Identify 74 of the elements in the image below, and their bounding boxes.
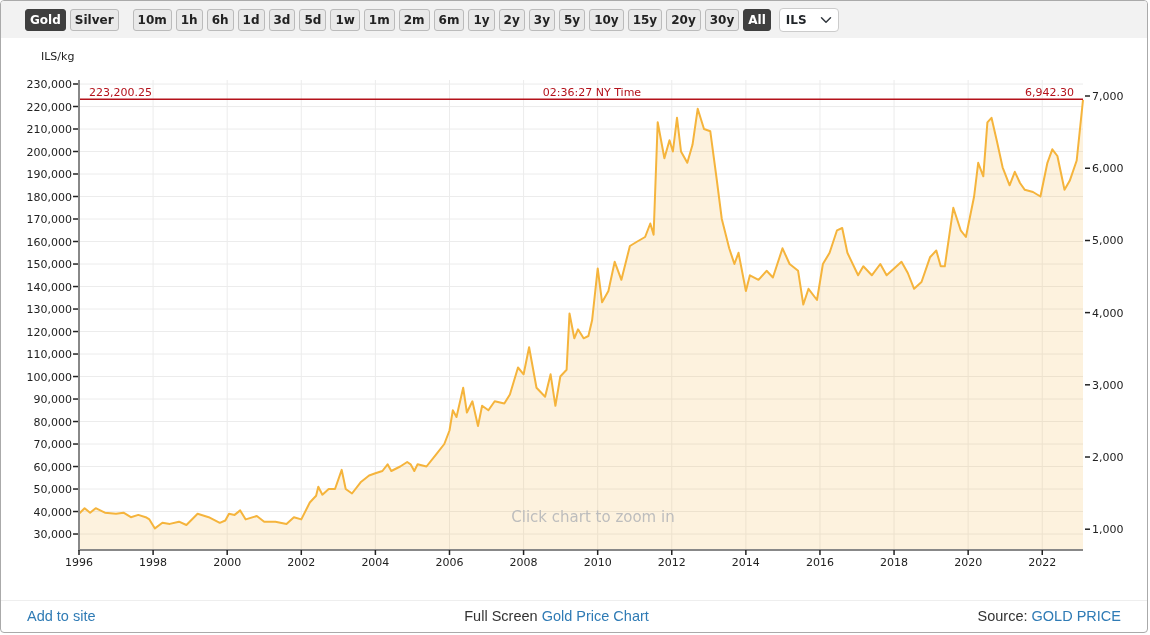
range-button[interactable]: All xyxy=(743,8,771,31)
axis-label: 3,000 xyxy=(1092,379,1124,393)
range-button[interactable]: 3y xyxy=(528,8,555,31)
axis-label: 220,000 xyxy=(26,101,72,114)
range-button[interactable]: 15y xyxy=(627,8,663,31)
source-text: Source: GOLD PRICE xyxy=(977,606,1121,626)
range-button[interactable]: 1m xyxy=(363,8,395,31)
axis-label: 50,000 xyxy=(33,483,72,497)
axis-label: 5,000 xyxy=(1092,234,1124,248)
range-button[interactable]: 20y xyxy=(666,8,701,31)
range-button[interactable]: 1y xyxy=(468,8,495,31)
axis-label: 2016 xyxy=(805,556,834,570)
axis-label: 2008 xyxy=(509,556,538,570)
range-button[interactable]: 6m xyxy=(433,8,465,31)
axis-label: 2006 xyxy=(435,556,464,570)
axis-label: 120,000 xyxy=(26,326,72,339)
range-button[interactable]: 10m xyxy=(132,8,172,31)
full-screen-text: Full Screen Gold Price Chart xyxy=(464,606,649,626)
time-label: 02:36:27 NY Time xyxy=(542,86,642,100)
range-button[interactable]: 5y xyxy=(558,8,586,31)
axis-label: 1998 xyxy=(139,556,168,570)
range-button[interactable]: 2y xyxy=(498,8,525,31)
axis-label: 100,000 xyxy=(26,371,72,384)
range-button[interactable]: 2m xyxy=(398,8,430,31)
axis-label: 2000 xyxy=(213,556,242,570)
range-button[interactable]: 30y xyxy=(704,8,740,31)
add-to-site-link[interactable]: Add to site xyxy=(27,605,96,628)
axis-label: 2004 xyxy=(361,556,390,570)
range-button[interactable]: 6h xyxy=(206,8,234,31)
currency-select[interactable]: ILS xyxy=(778,7,839,32)
chart-link[interactable]: Gold Price Chart xyxy=(541,607,649,624)
axis-label: 180,000 xyxy=(26,191,72,204)
axis-label: 4,000 xyxy=(1092,307,1124,321)
axis-label: 2002 xyxy=(287,556,316,570)
axis-label: 2018 xyxy=(880,556,909,570)
price-label: 6,942.30 xyxy=(1025,86,1074,100)
metal-button[interactable]: Silver xyxy=(69,8,119,31)
axis-label: 140,000 xyxy=(26,281,72,294)
axis-title: ILS/kg xyxy=(41,50,75,64)
axis-label: 90,000 xyxy=(33,393,72,407)
axis-label: 30,000 xyxy=(33,528,72,542)
axis-label: 200,000 xyxy=(26,146,72,159)
axis-label: 2020 xyxy=(954,556,983,570)
axis-label: 1,000 xyxy=(1092,523,1124,537)
range-button[interactable]: 5d xyxy=(299,8,327,31)
axis-label: 80,000 xyxy=(33,416,72,429)
axis-label: 160,000 xyxy=(26,236,72,249)
metal-button[interactable]: Gold xyxy=(25,8,66,31)
axis-label: 2010 xyxy=(583,556,612,570)
source-link[interactable]: GOLD PRICE xyxy=(1031,607,1121,624)
range-button[interactable]: 1h xyxy=(175,8,203,31)
axis-label: 2022 xyxy=(1028,556,1057,570)
axis-label: 70,000 xyxy=(33,438,72,452)
axis-label: 210,000 xyxy=(26,123,72,137)
axis-label: 2,000 xyxy=(1092,451,1124,465)
axis-label: 170,000 xyxy=(26,213,72,227)
axis-label: 190,000 xyxy=(26,168,72,182)
axis-label: 2012 xyxy=(657,556,686,570)
axis-label: 60,000 xyxy=(33,461,72,474)
axis-label: 1996 xyxy=(65,556,93,570)
range-button[interactable]: 1w xyxy=(330,8,360,31)
axis-label: 130,000 xyxy=(26,303,72,317)
axis-label: 2014 xyxy=(731,556,760,570)
range-button[interactable]: 10y xyxy=(589,8,624,31)
axis-label: 7,000 xyxy=(1092,90,1124,104)
axis-label: 6,000 xyxy=(1092,162,1124,176)
axis-label: 230,000 xyxy=(26,78,72,92)
range-button[interactable]: 1d xyxy=(237,8,265,31)
axis-label: 110,000 xyxy=(26,348,72,362)
range-button[interactable]: 3d xyxy=(268,8,296,31)
axis-label: 150,000 xyxy=(26,258,72,272)
axis-label: 40,000 xyxy=(33,506,72,519)
zoom-hint: Click chart to zoom in xyxy=(511,508,675,527)
price-label: 223,200.25 xyxy=(89,86,152,100)
